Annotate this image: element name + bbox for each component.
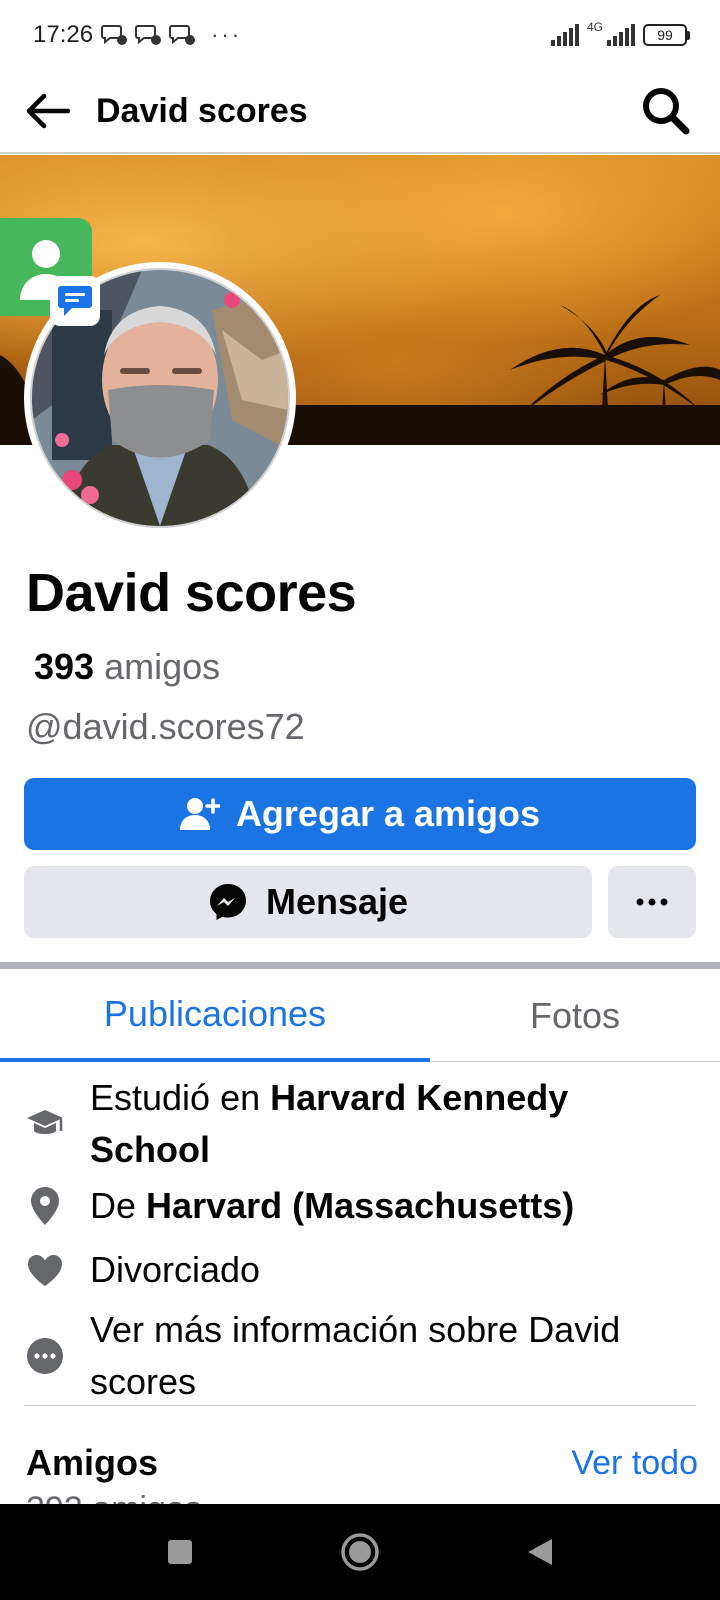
back-button[interactable] (18, 81, 78, 141)
friends-section-count: 393 amigos (26, 1490, 202, 1504)
recents-button[interactable] (150, 1522, 210, 1582)
hometown-row[interactable]: De Harvard (Massachusetts) (0, 1180, 720, 1232)
relationship-status: Divorciado (90, 1249, 261, 1290)
search-button[interactable] (638, 83, 694, 139)
notification-icons (101, 23, 197, 47)
more-notifications-icon: ··· (211, 22, 243, 47)
profile-username: @david.scores72 (26, 706, 305, 747)
chat-notification-icon (101, 25, 128, 45)
friends-count: 393 (34, 646, 95, 687)
tab-photos[interactable]: Fotos (430, 970, 720, 1062)
app-header: David scores (0, 70, 720, 154)
triangle-back-icon (528, 1539, 552, 1565)
status-bar: 17:26 ··· 4G 99 (0, 0, 720, 70)
graduation-cap-icon (27, 1110, 63, 1134)
message-label: Mensaje (265, 881, 409, 922)
page-title: David scores (96, 91, 308, 130)
relationship-row[interactable]: Divorciado (0, 1244, 720, 1296)
location-pin-icon (31, 1187, 59, 1225)
ellipsis-circle-icon (27, 1338, 63, 1374)
search-icon (643, 88, 690, 135)
profile-name: David scores (26, 563, 357, 623)
messages-app-badge[interactable] (50, 276, 100, 326)
see-all-friends-link[interactable]: Ver todo (571, 1444, 698, 1483)
message-button[interactable]: Mensaje (24, 866, 592, 938)
tab-underline (430, 1061, 720, 1062)
hometown-prefix: De (90, 1185, 137, 1226)
user-plus-icon (179, 798, 220, 830)
network-type: 4G (586, 20, 603, 34)
square-icon (168, 1540, 192, 1564)
more-options-button[interactable] (608, 866, 696, 938)
battery-level: 99 (643, 24, 687, 46)
signal-icon (607, 24, 635, 46)
battery-icon: 99 (643, 24, 690, 46)
education-prefix: Estudió en (90, 1077, 261, 1118)
heart-icon (28, 1255, 62, 1286)
education-row[interactable]: Estudió en Harvard Kennedy School (0, 1072, 720, 1176)
hometown-place: Harvard (Massachusetts) (146, 1185, 575, 1226)
chat-notification-icon (135, 25, 162, 45)
back-nav-button[interactable] (510, 1522, 570, 1582)
chat-bubble-icon (58, 286, 92, 316)
friends-section-title: Amigos (26, 1442, 159, 1483)
ellipsis-icon (636, 898, 668, 906)
friends-count-link[interactable]: 393 amigos (34, 646, 220, 688)
section-divider (0, 962, 720, 969)
divider (24, 1405, 696, 1406)
chat-notification-icon (169, 25, 196, 45)
messenger-icon (209, 884, 246, 920)
add-friend-button[interactable]: Agregar a amigos (24, 778, 696, 850)
status-time: 17:26 (33, 21, 94, 48)
arrow-left-icon (26, 93, 71, 129)
see-more-about-row[interactable]: Ver más información sobre David scores (0, 1304, 720, 1408)
friends-label: amigos (104, 646, 221, 687)
system-nav-bar (0, 1504, 720, 1600)
add-friend-label: Agregar a amigos (235, 793, 541, 834)
see-more-about-label: Ver más información sobre David scores (90, 1309, 621, 1402)
home-button[interactable] (330, 1522, 390, 1582)
tab-posts[interactable]: Publicaciones (0, 970, 430, 1062)
signal-icon (550, 24, 579, 46)
home-circle-icon (341, 1533, 379, 1571)
